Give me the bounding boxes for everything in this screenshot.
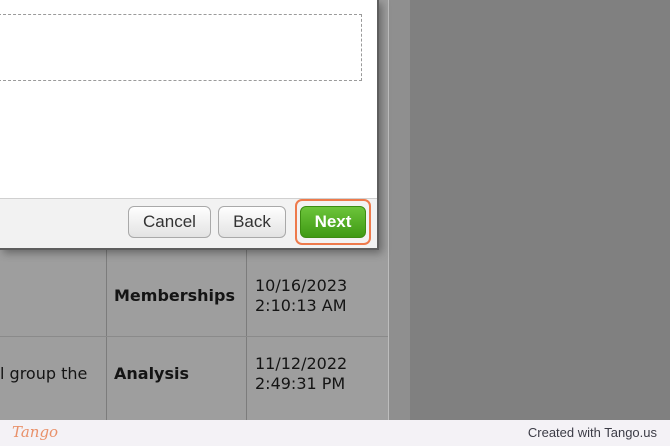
row-time: 2:10:13 AM	[255, 296, 347, 315]
overlay-backdrop	[410, 0, 670, 420]
tango-credit: Created with Tango.us	[527, 425, 657, 440]
column-divider	[106, 248, 107, 420]
row-time: 2:49:31 PM	[255, 374, 346, 393]
row-description: l group the	[0, 364, 88, 383]
row-date: 10/16/2023	[255, 276, 348, 295]
tango-logo: Tango	[12, 423, 59, 441]
back-button[interactable]: Back	[218, 206, 286, 238]
column-divider	[246, 248, 247, 420]
row-divider	[0, 336, 388, 337]
cancel-button[interactable]: Cancel	[128, 206, 211, 238]
scrollbar-edge	[388, 0, 389, 420]
drop-zone[interactable]	[0, 14, 362, 81]
next-button[interactable]: Next	[300, 206, 366, 238]
scrollbar-track[interactable]	[388, 0, 410, 420]
tango-footer: Tango Created with Tango.us	[0, 420, 670, 446]
row-type: Analysis	[114, 364, 190, 383]
row-type: Memberships	[114, 286, 236, 305]
row-date: 11/12/2022	[255, 354, 348, 373]
